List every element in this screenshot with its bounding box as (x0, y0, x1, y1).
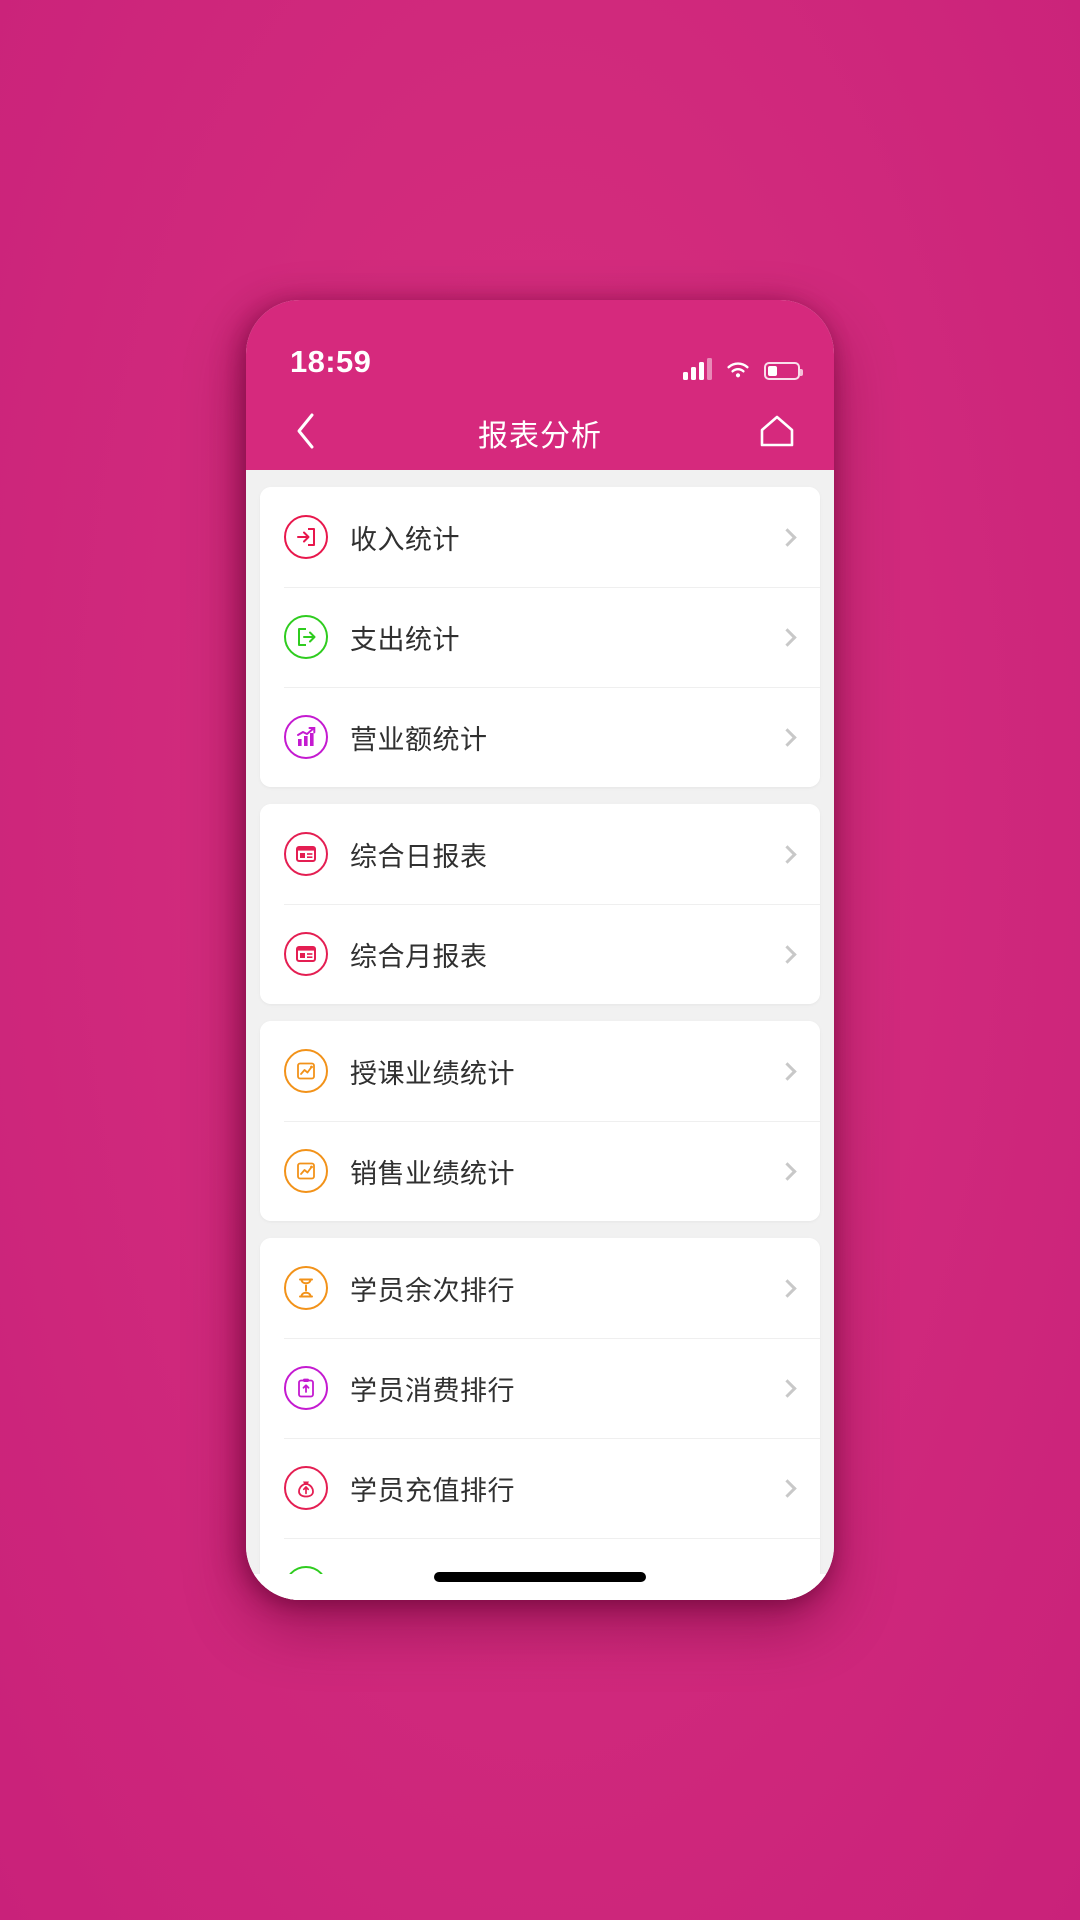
report-group: 学员余次排行学员消费排行学员充值排行学员余额排行学员积分排行 (260, 1238, 820, 1600)
sales-performance-icon (284, 1149, 328, 1193)
report-list-item[interactable]: 学员消费排行 (260, 1338, 820, 1438)
report-list-item-label: 营业额统计 (350, 724, 488, 755)
report-list-item-label: 收入统计 (350, 524, 460, 555)
income-arrow-in-icon (284, 515, 328, 559)
chevron-right-icon (778, 844, 797, 864)
phone-screen: 18:59 报表分析 收入统计 支出统计 营业额统计 综合日报表 综合月报表 授… (246, 300, 834, 1600)
report-list-item[interactable]: 收入统计 (260, 487, 820, 587)
chevron-right-icon (778, 1278, 797, 1298)
report-list-item-label: 学员充值排行 (350, 1475, 515, 1506)
report-list-item-label: 支出统计 (350, 624, 460, 655)
chevron-right-icon (778, 1061, 797, 1081)
report-list-item[interactable]: 学员充值排行 (260, 1438, 820, 1538)
hourglass-icon (284, 1266, 328, 1310)
report-list-item[interactable]: 学员余次排行 (260, 1238, 820, 1338)
report-group: 收入统计支出统计营业额统计 (260, 487, 820, 787)
wifi-icon (725, 360, 751, 380)
revenue-chart-icon (284, 715, 328, 759)
report-list[interactable]: 收入统计 支出统计 营业额统计 综合日报表 综合月报表 授课业绩统计 销售业绩统计 学员余次排… (246, 470, 834, 1600)
report-list-item[interactable]: 授课业绩统计 (260, 1021, 820, 1121)
expense-arrow-out-icon (284, 615, 328, 659)
report-list-item-label: 综合日报表 (350, 841, 488, 872)
teaching-performance-icon (284, 1049, 328, 1093)
chevron-right-icon (778, 1378, 797, 1398)
monthly-report-icon (284, 932, 328, 976)
battery-icon (764, 362, 803, 380)
money-bag-icon (284, 1466, 328, 1510)
report-list-item[interactable]: 营业额统计 (260, 687, 820, 787)
report-list-item[interactable]: 支出统计 (260, 587, 820, 687)
report-list-item-label: 授课业绩统计 (350, 1058, 515, 1089)
chevron-right-icon (778, 944, 797, 964)
phone-mockup: 18:59 报表分析 收入统计 支出统计 营业额统计 综合日报表 综合月报表 授… (246, 300, 834, 1600)
back-button[interactable] (282, 410, 328, 456)
daily-report-icon (284, 832, 328, 876)
report-list-item-label: 学员消费排行 (350, 1375, 515, 1406)
report-group: 综合日报表综合月报表 (260, 804, 820, 1004)
nav-bar: 报表分析 (246, 396, 834, 470)
home-indicator (246, 1572, 834, 1582)
chevron-left-icon (294, 412, 316, 455)
home-icon (759, 414, 795, 453)
chevron-right-icon (778, 1478, 797, 1498)
report-group: 授课业绩统计 销售业绩统计 (260, 1021, 820, 1221)
report-list-item-label: 销售业绩统计 (350, 1158, 515, 1189)
status-bar-icons (683, 358, 803, 380)
chevron-right-icon (778, 527, 797, 547)
chevron-right-icon (778, 1161, 797, 1181)
report-list-item-label: 综合月报表 (350, 941, 488, 972)
status-bar-clock: 18:59 (290, 344, 372, 379)
home-button[interactable] (754, 410, 800, 456)
cellular-signal-icon (683, 358, 712, 380)
report-list-item[interactable]: 销售业绩统计 (260, 1121, 820, 1221)
status-bar: 18:59 (246, 300, 834, 396)
chevron-right-icon (778, 627, 797, 647)
report-list-item-label: 学员余次排行 (350, 1275, 515, 1306)
chevron-right-icon (778, 727, 797, 747)
report-list-item[interactable]: 综合日报表 (260, 804, 820, 904)
report-list-item[interactable]: 综合月报表 (260, 904, 820, 1004)
clipboard-spend-icon (284, 1366, 328, 1410)
page-title: 报表分析 (478, 420, 602, 453)
